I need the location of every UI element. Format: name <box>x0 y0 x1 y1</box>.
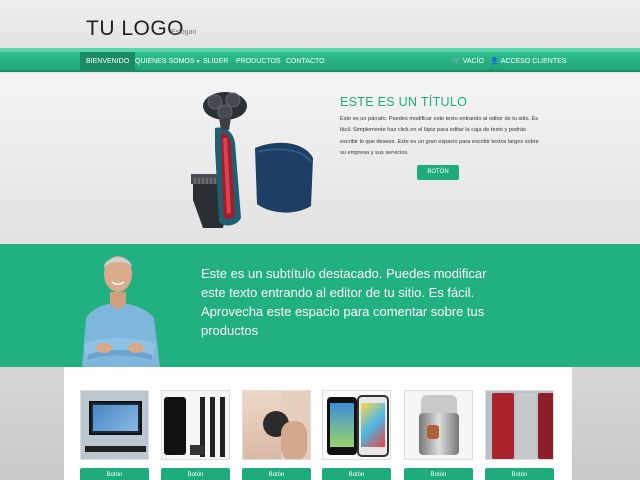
product-button[interactable]: Botón <box>322 468 391 480</box>
product-button[interactable]: Botón <box>80 468 149 480</box>
product-card-phone: Botón <box>322 390 391 480</box>
nav-item-productos[interactable]: Productos <box>230 52 287 72</box>
product-button[interactable]: Botón <box>242 468 311 480</box>
highlight-banner: Este es un subtítulo destacado. Puedes m… <box>0 244 640 367</box>
product-card-shaving: Botón <box>242 390 311 480</box>
shaver-image <box>191 92 313 228</box>
nav-item-label: Acceso clientes <box>500 58 567 65</box>
hero-title: Este es un título <box>340 95 468 109</box>
product-card-fridge: Botón <box>485 390 554 480</box>
product-button[interactable]: Botón <box>161 468 230 480</box>
product-button[interactable]: Botón <box>404 468 473 480</box>
product-button[interactable]: Botón <box>485 468 554 480</box>
banner-subtitle: Este es un subtítulo destacado. Puedes m… <box>201 266 487 338</box>
hero-section: Este es un título Este es un párrafo. Pu… <box>0 74 640 244</box>
nav-client-access[interactable]: 👤 Acceso clientes <box>484 52 572 72</box>
product-card-speakers: Botón <box>161 390 230 480</box>
nav-item-slider[interactable]: Slider <box>197 52 234 72</box>
main-navbar: Bienvenido Quienes somos ▾ Slider Product… <box>0 52 640 72</box>
nav-item-label: Quienes somos <box>135 58 195 65</box>
nav-item-bienvenido[interactable]: Bienvenido <box>80 52 136 72</box>
product-image[interactable] <box>322 390 391 460</box>
cart-icon: 🛒 <box>452 58 461 65</box>
nav-item-label: Bienvenido <box>86 58 130 65</box>
product-image[interactable] <box>404 390 473 460</box>
product-image[interactable] <box>485 390 554 460</box>
site-header: TU LOGO Eslogan <box>0 0 640 48</box>
nav-item-quienes-somos[interactable]: Quienes somos ▾ <box>129 52 206 72</box>
nav-item-label: Productos <box>236 58 281 65</box>
site-slogan: Eslogan <box>171 29 197 36</box>
nav-item-label: Contacto <box>286 58 325 65</box>
nav-item-contacto[interactable]: Contacto <box>280 52 331 72</box>
site-logo[interactable]: TU LOGO <box>86 17 184 41</box>
hero-button[interactable]: Botón <box>417 165 459 180</box>
product-card-tv: Botón <box>80 390 149 480</box>
nav-item-label: Slider <box>203 58 229 65</box>
hero-paragraph: Este es un párrafo. Puedes modificar est… <box>340 116 539 157</box>
user-icon: 👤 <box>490 58 499 65</box>
product-image[interactable] <box>80 390 149 460</box>
nav-item-label: Vacío <box>462 58 484 65</box>
product-image[interactable] <box>161 390 230 460</box>
product-card-juicer: Botón <box>404 390 473 480</box>
person-image <box>82 256 160 367</box>
product-image[interactable] <box>242 390 311 460</box>
